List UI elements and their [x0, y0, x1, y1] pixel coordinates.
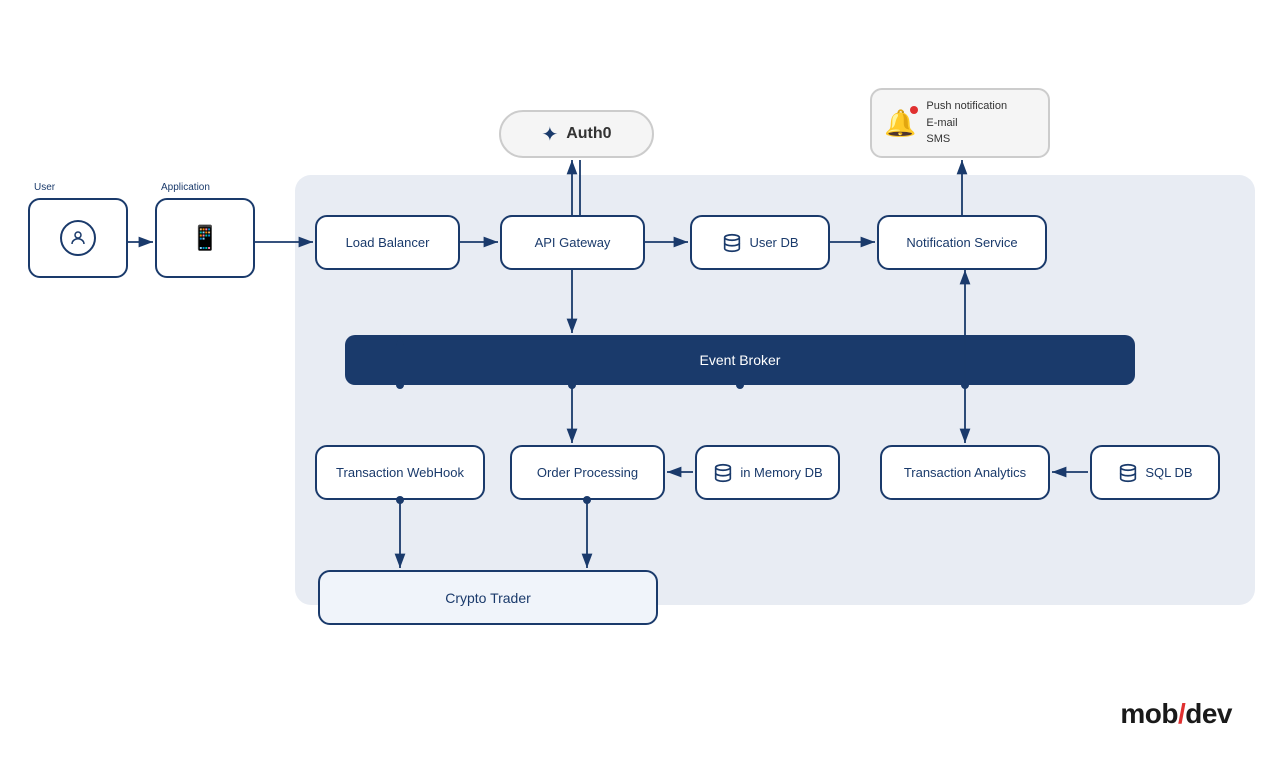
mobidev-logo: mob/dev [1120, 698, 1232, 730]
user-db-label: User DB [749, 235, 798, 250]
transaction-webhook-label: Transaction WebHook [336, 465, 464, 480]
bell-icon-container: 🔔 [884, 108, 916, 139]
phone-icon: 📱 [190, 224, 220, 253]
user-db-box: User DB [690, 215, 830, 270]
load-balancer-box: Load Balancer [315, 215, 460, 270]
transaction-analytics-box: Transaction Analytics [880, 445, 1050, 500]
crypto-trader-label: Crypto Trader [445, 590, 531, 606]
memory-db-label: in Memory DB [740, 465, 822, 480]
order-processing-label: Order Processing [537, 465, 638, 480]
sql-db-label: SQL DB [1145, 465, 1192, 480]
api-gateway-box: API Gateway [500, 215, 645, 270]
order-processing-box: Order Processing [510, 445, 665, 500]
sql-db-box: SQL DB [1090, 445, 1220, 500]
notification-info-box: 🔔 Push notification E-mail SMS [870, 88, 1050, 158]
user-label: User [34, 182, 55, 193]
application-label: Application [161, 182, 210, 193]
transaction-webhook-box: Transaction WebHook [315, 445, 485, 500]
sms-text: SMS [926, 131, 1007, 148]
mobidev-slash: / [1178, 698, 1185, 729]
auth0-box: ✦ Auth0 [499, 110, 654, 158]
notification-text: Push notification E-mail SMS [926, 98, 1007, 148]
auth0-star-icon: ✦ [541, 122, 558, 147]
user-icon [60, 220, 96, 256]
crypto-trader-box: Crypto Trader [318, 570, 658, 625]
memory-db-box: in Memory DB [695, 445, 840, 500]
transaction-analytics-label: Transaction Analytics [904, 465, 1026, 480]
diagram-container: ✦ Auth0 🔔 Push notification E-mail SMS U… [0, 0, 1280, 758]
user-db-icon [721, 232, 743, 254]
sql-db-icon [1117, 462, 1139, 484]
push-text: Push notification [926, 98, 1007, 115]
load-balancer-label: Load Balancer [346, 235, 430, 250]
event-broker-label: Event Broker [700, 352, 781, 368]
application-box: Application 📱 [155, 198, 255, 278]
notification-badge [910, 106, 918, 114]
event-broker-box: Event Broker [345, 335, 1135, 385]
notification-service-box: Notification Service [877, 215, 1047, 270]
user-box: User [28, 198, 128, 278]
memory-db-icon [712, 462, 734, 484]
auth0-label: Auth0 [566, 125, 611, 143]
notification-service-label: Notification Service [906, 235, 1017, 250]
email-text: E-mail [926, 115, 1007, 132]
api-gateway-label: API Gateway [535, 235, 611, 250]
